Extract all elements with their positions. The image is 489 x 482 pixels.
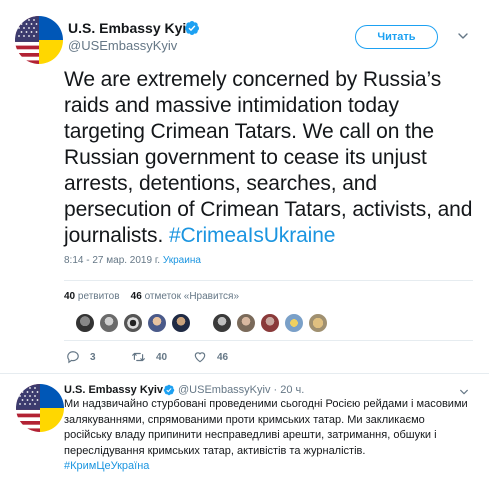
reply-author-name[interactable]: U.S. Embassy Kyiv [64, 383, 163, 397]
divider [64, 340, 473, 341]
reply-tweet-text: Ми надзвичайно стурбовані проведеними сь… [64, 397, 474, 475]
liker-avatar[interactable] [212, 313, 232, 333]
retweet-count: 40 [156, 351, 168, 363]
like-action[interactable]: 46 [193, 350, 228, 364]
chevron-down-icon[interactable] [459, 387, 469, 397]
liker-avatar[interactable] [308, 313, 328, 333]
verified-badge-icon [163, 384, 175, 396]
likes-label: отметок «Нравится» [144, 291, 240, 302]
liker-avatar[interactable] [75, 313, 95, 333]
divider [64, 280, 473, 281]
liker-avatar[interactable] [147, 313, 167, 333]
tweet-text: We are extremely concerned by Russia’s r… [64, 67, 474, 249]
reply-hashtag-link[interactable]: #КримЦеУкраїна [64, 460, 149, 472]
reply-action[interactable]: 3 [66, 350, 96, 364]
reply-time[interactable]: · 20 ч. [274, 384, 305, 396]
hashtag-link[interactable]: #CrimeaIsUkraine [169, 224, 336, 247]
likes-stat[interactable]: 46 отметок «Нравится» [131, 291, 239, 302]
liker-avatar[interactable] [236, 313, 256, 333]
likes-count: 46 [130, 291, 142, 302]
liker-avatar[interactable] [284, 313, 304, 333]
reply-author-handle[interactable]: @USEmbassyKyiv [178, 384, 270, 396]
tweet-stats: 40 ретвитов 46 отметок «Нравится» [64, 290, 239, 304]
reply-count: 3 [90, 351, 96, 363]
location-link[interactable]: Украина [163, 255, 201, 266]
reply-icon [67, 351, 79, 364]
reply-meta: @USEmbassyKyiv · 20 ч. [178, 383, 304, 397]
verified-badge-icon [184, 21, 199, 35]
chevron-down-icon[interactable] [457, 30, 469, 42]
tweet-detail: U.S. Embassy Kyiv @USEmbassyKyiv Читать … [0, 0, 489, 482]
retweets-stat[interactable]: 40 ретвитов [64, 291, 120, 302]
divider [0, 373, 489, 374]
retweets-count: 40 [64, 291, 76, 302]
like-icon [194, 352, 206, 363]
retweets-label: ретвитов [77, 291, 120, 302]
timestamp[interactable]: 8:14 - 27 мар. 2019 г. [64, 255, 160, 266]
liker-avatar[interactable] [171, 313, 191, 333]
follow-button[interactable]: Читать [355, 25, 438, 49]
liker-avatar[interactable] [99, 313, 119, 333]
author-handle[interactable]: @USEmbassyKyiv [68, 38, 177, 54]
avatar[interactable] [15, 16, 63, 64]
reply-body: Ми надзвичайно стурбовані проведеними сь… [64, 398, 468, 457]
tweet-body: We are extremely concerned by Russia’s r… [64, 68, 473, 247]
retweet-action[interactable]: 40 [131, 350, 167, 364]
retweet-icon [132, 352, 145, 362]
liker-avatar[interactable] [123, 313, 143, 333]
reply-avatar[interactable] [16, 384, 64, 432]
like-count: 46 [217, 351, 229, 363]
liker-avatar[interactable] [260, 313, 280, 333]
tweet-meta: 8:14 - 27 мар. 2019 г. Украина [64, 254, 201, 268]
author-name[interactable]: U.S. Embassy Kyiv [68, 19, 194, 37]
